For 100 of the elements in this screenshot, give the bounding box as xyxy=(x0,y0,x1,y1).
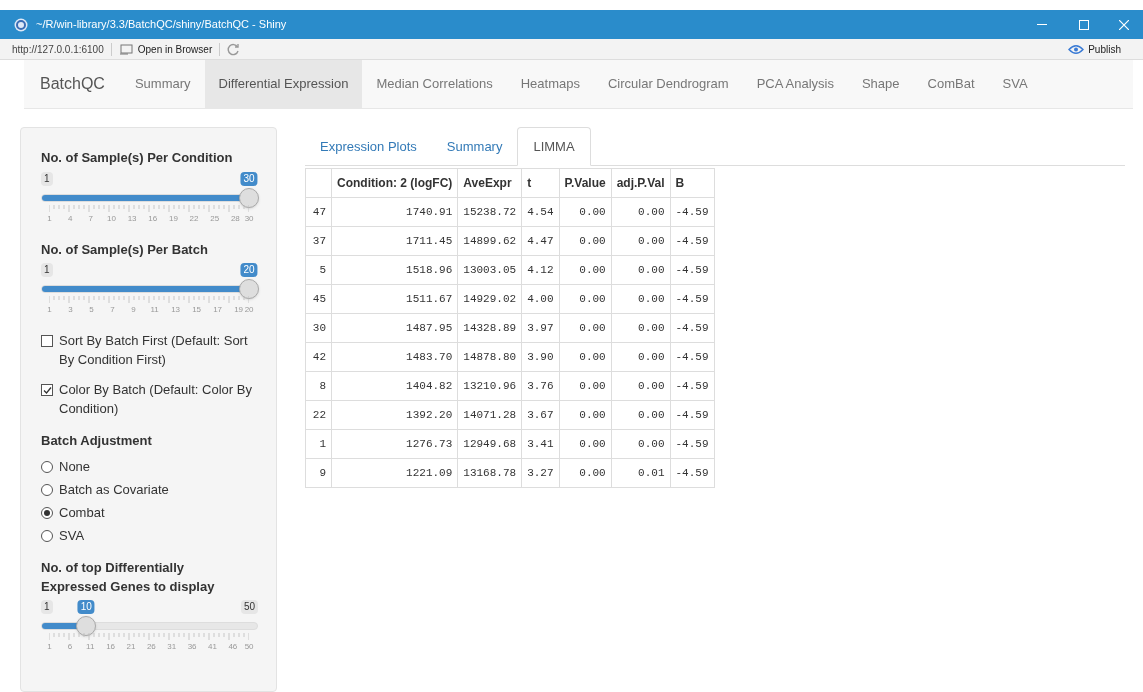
tick-label: 50 xyxy=(244,640,254,653)
table-cell: 0.00 xyxy=(559,371,612,401)
table-cell: -4.59 xyxy=(670,400,714,430)
column-header: AveExpr xyxy=(457,168,522,198)
table-cell: -4.59 xyxy=(670,371,714,401)
table-cell: 1740.91 xyxy=(331,197,458,227)
table-cell: 14328.89 xyxy=(457,313,522,343)
open-in-browser-button[interactable]: Open in Browser xyxy=(118,41,213,57)
column-header: Condition: 2 (logFC) xyxy=(331,168,458,198)
table-cell: 1711.45 xyxy=(331,226,458,256)
tick-label: 6 xyxy=(67,640,73,653)
row-label: 5 xyxy=(305,255,332,285)
table-cell: 0.00 xyxy=(559,458,612,488)
tick-label: 13 xyxy=(171,304,181,316)
table-cell: 13003.05 xyxy=(457,255,522,285)
slider[interactable] xyxy=(41,279,258,299)
min-label: 1 xyxy=(41,599,53,614)
tick-label: 1 xyxy=(47,212,52,225)
table-cell: -4.59 xyxy=(670,197,714,227)
table-cell: 0.00 xyxy=(559,226,612,256)
tick-label: 31 xyxy=(167,640,177,653)
table-cell: 12949.68 xyxy=(457,429,522,459)
min-label: 1 xyxy=(41,263,53,277)
content-tab[interactable]: Expression Plots xyxy=(305,127,432,166)
nav-tab[interactable]: Median Correlations xyxy=(362,60,507,108)
tick-label: 19 xyxy=(168,212,178,225)
tick-label: 11 xyxy=(86,640,95,653)
tick-label: 21 xyxy=(126,640,136,653)
column-header: t xyxy=(521,168,560,198)
table-cell: 1483.70 xyxy=(331,342,458,372)
slider-handle[interactable] xyxy=(76,615,97,636)
tick-label: 41 xyxy=(208,640,217,653)
table-cell: 0.00 xyxy=(611,284,670,314)
radio-button[interactable] xyxy=(41,530,53,542)
table-cell: 1404.82 xyxy=(331,371,458,401)
slider-label: No. of top Differentially Expressed Genes to display xyxy=(41,558,216,596)
nav-tab[interactable]: Heatmaps xyxy=(506,60,594,108)
content-tab[interactable]: Summary xyxy=(431,127,518,166)
table-cell: 0.00 xyxy=(611,226,670,256)
radio-label: Combat xyxy=(59,504,105,523)
table-cell: 0.00 xyxy=(559,197,612,227)
checkbox[interactable] xyxy=(41,384,53,396)
nav-tab[interactable]: SVA xyxy=(988,60,1042,108)
table-cell: 4.47 xyxy=(521,226,560,256)
nav-tab[interactable]: Summary xyxy=(120,60,205,108)
maximize-icon[interactable] xyxy=(1079,19,1089,30)
nav-tab[interactable]: Differential Expression xyxy=(204,60,363,108)
column-header: adj.P.Val xyxy=(611,168,670,198)
tick-label: 25 xyxy=(210,212,220,225)
max-label: 50 xyxy=(240,599,258,614)
nav-tab[interactable]: PCA Analysis xyxy=(742,60,848,108)
brand-title: BatchQC xyxy=(39,74,106,94)
tick-label: 10 xyxy=(107,212,116,225)
table-cell: 1276.73 xyxy=(331,429,458,459)
tick-label: 30 xyxy=(244,212,254,225)
checkbox-label: Sort By Batch First (Default: Sort By Condition First) xyxy=(59,332,249,369)
table-cell: 1511.67 xyxy=(331,284,458,314)
table-cell: 1392.20 xyxy=(331,400,458,430)
eye-icon xyxy=(1068,43,1085,55)
nav-tab[interactable]: Shape xyxy=(847,60,914,108)
publish-button[interactable]: Publish xyxy=(1068,41,1121,57)
radio-button[interactable] xyxy=(41,461,53,473)
nav-tab[interactable]: ComBat xyxy=(913,60,989,108)
slider-handle[interactable] xyxy=(239,187,260,208)
slider[interactable] xyxy=(41,187,258,208)
tick-label: 15 xyxy=(192,304,202,316)
table-cell: 0.00 xyxy=(559,429,612,459)
tick-label: 7 xyxy=(110,304,115,316)
tick-label: 26 xyxy=(146,640,156,653)
table-cell: 0.00 xyxy=(559,400,612,430)
slider-label: No. of Sample(s) Per Condition xyxy=(41,149,234,167)
table-cell: -4.59 xyxy=(670,429,714,459)
table-cell: 4.54 xyxy=(521,197,560,227)
window-icon xyxy=(118,43,133,55)
logo-icon xyxy=(14,17,28,32)
table-cell: 13168.78 xyxy=(457,458,522,488)
tick-label: 1 xyxy=(47,640,52,653)
refresh-icon[interactable] xyxy=(227,42,241,56)
radio-button[interactable] xyxy=(41,507,53,519)
radio-button[interactable] xyxy=(41,484,53,496)
table-cell: 1487.95 xyxy=(331,313,458,343)
close-icon[interactable] xyxy=(1119,19,1129,30)
table-cell: -4.59 xyxy=(670,226,714,256)
row-label: 22 xyxy=(305,400,332,430)
tick-label: 11 xyxy=(150,304,159,316)
row-label: 9 xyxy=(305,458,332,488)
row-label: 30 xyxy=(305,313,332,343)
slider[interactable] xyxy=(41,615,258,636)
tick-label: 20 xyxy=(244,304,254,316)
table-cell: 0.00 xyxy=(611,197,670,227)
nav-tab[interactable]: Circular Dendrogram xyxy=(593,60,743,108)
table-cell: 0.01 xyxy=(611,458,670,488)
slider-handle[interactable] xyxy=(239,279,260,299)
table-cell: 13210.96 xyxy=(457,371,522,401)
table-cell: 0.00 xyxy=(611,255,670,285)
content-tab[interactable]: LIMMA xyxy=(517,127,591,166)
tick-label: 9 xyxy=(131,304,136,316)
checkbox[interactable] xyxy=(41,335,53,347)
tick-label: 3 xyxy=(68,304,73,316)
table-cell: 0.00 xyxy=(611,371,670,401)
